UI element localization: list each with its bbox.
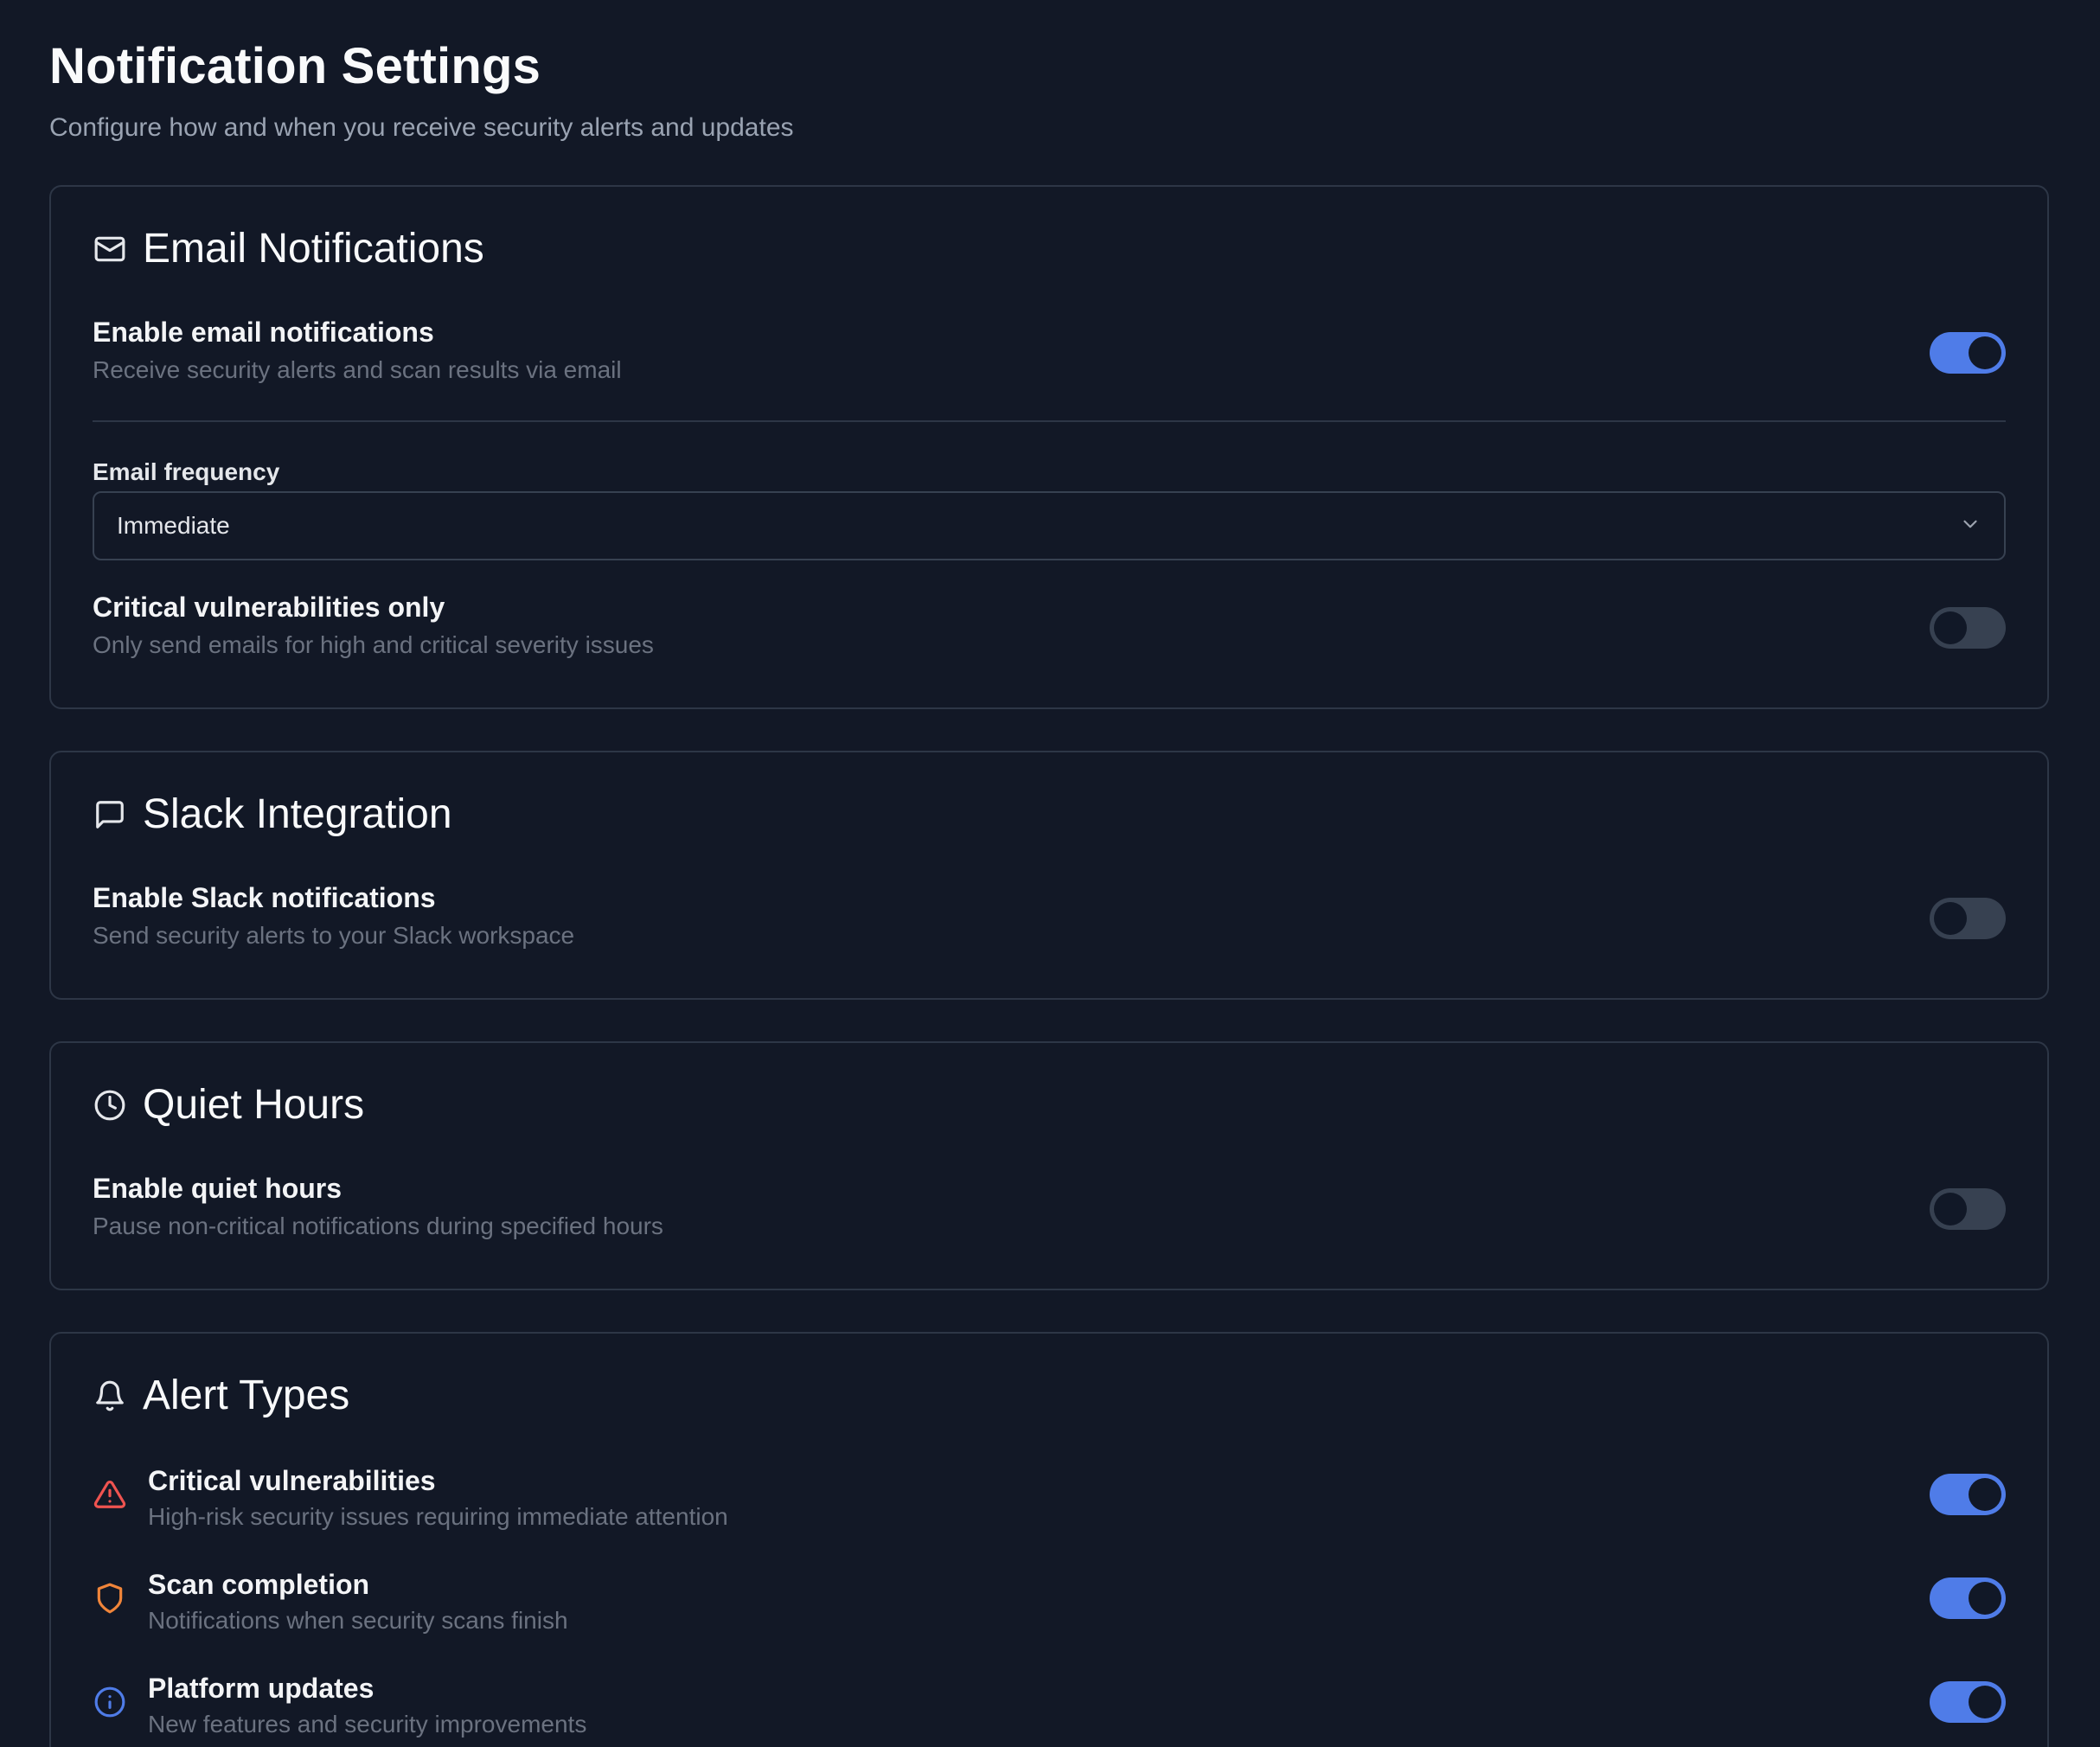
email-frequency-value: Immediate bbox=[117, 512, 230, 539]
email-notifications-card: Email Notifications Enable email notific… bbox=[49, 185, 2049, 709]
page-subtitle: Configure how and when you receive secur… bbox=[49, 113, 794, 142]
alert-label-scan: Scan completion bbox=[148, 1569, 370, 1600]
alert-toggle-critical[interactable] bbox=[1930, 1474, 2006, 1515]
slack-enable-toggle[interactable] bbox=[1930, 898, 2006, 939]
toggle-knob bbox=[1934, 902, 1967, 935]
critical-only-label: Critical vulnerabilities only bbox=[93, 592, 445, 623]
alert-text-critical: Critical vulnerabilities High-risk secur… bbox=[148, 1463, 728, 1533]
slack-enable-setting: Enable Slack notifications Send security… bbox=[93, 880, 2006, 958]
toggle-knob bbox=[1934, 1193, 1967, 1225]
slack-enable-desc: Send security alerts to your Slack works… bbox=[93, 922, 575, 949]
quiet-enable-desc: Pause non-critical notifications during … bbox=[93, 1213, 663, 1239]
slack-card-header: Slack Integration bbox=[93, 790, 452, 839]
critical-only-setting: Critical vulnerabilities only Only send … bbox=[93, 590, 2006, 668]
slack-enable-label: Enable Slack notifications bbox=[93, 882, 436, 913]
alert-row-scan: Scan completion Notifications when secur… bbox=[93, 1567, 2006, 1645]
quiet-hours-card: Quiet Hours Enable quiet hours Pause non… bbox=[49, 1041, 2049, 1290]
page-title: Notification Settings bbox=[49, 38, 541, 94]
alert-label-critical: Critical vulnerabilities bbox=[148, 1465, 436, 1496]
alert-types-card: Alert Types Critical vulnerabilities Hig… bbox=[49, 1332, 2049, 1747]
email-card-title: Email Notifications bbox=[143, 226, 484, 272]
info-icon bbox=[93, 1685, 127, 1719]
quiet-card-title: Quiet Hours bbox=[143, 1082, 365, 1128]
toggle-knob bbox=[1969, 1582, 2001, 1615]
email-frequency-label: Email frequency bbox=[93, 458, 280, 485]
alert-row-critical: Critical vulnerabilities High-risk secur… bbox=[93, 1463, 2006, 1541]
alert-triangle-icon bbox=[93, 1477, 127, 1512]
email-card-header: Email Notifications bbox=[93, 225, 484, 273]
email-enable-setting: Enable email notifications Receive secur… bbox=[93, 315, 2006, 393]
slack-card-title: Slack Integration bbox=[143, 791, 452, 837]
toggle-knob bbox=[1969, 1686, 2001, 1718]
alert-toggle-platform[interactable] bbox=[1930, 1681, 2006, 1723]
critical-only-desc: Only send emails for high and critical s… bbox=[93, 631, 654, 658]
email-divider bbox=[93, 420, 2006, 422]
alert-toggle-scan[interactable] bbox=[1930, 1577, 2006, 1619]
alert-text-scan: Scan completion Notifications when secur… bbox=[148, 1567, 568, 1636]
quiet-card-header: Quiet Hours bbox=[93, 1081, 364, 1129]
alert-desc-scan: Notifications when security scans finish bbox=[148, 1607, 568, 1634]
slack-integration-card: Slack Integration Enable Slack notificat… bbox=[49, 751, 2049, 1000]
quiet-enable-setting: Enable quiet hours Pause non-critical no… bbox=[93, 1171, 2006, 1249]
shield-icon bbox=[93, 1581, 127, 1616]
alert-desc-platform: New features and security improvements bbox=[148, 1711, 587, 1737]
critical-only-toggle[interactable] bbox=[1930, 607, 2006, 649]
toggle-knob bbox=[1934, 611, 1967, 644]
alerts-card-header: Alert Types bbox=[93, 1372, 349, 1420]
notification-settings-page: Notification Settings Configure how and … bbox=[0, 0, 2100, 1747]
alert-text-platform: Platform updates New features and securi… bbox=[148, 1671, 586, 1740]
email-enable-desc: Receive security alerts and scan results… bbox=[93, 356, 622, 383]
quiet-enable-label: Enable quiet hours bbox=[93, 1173, 343, 1204]
alert-row-platform: Platform updates New features and securi… bbox=[93, 1671, 2006, 1747]
message-square-icon bbox=[93, 797, 127, 832]
email-enable-toggle[interactable] bbox=[1930, 332, 2006, 374]
email-enable-label: Enable email notifications bbox=[93, 317, 434, 348]
bell-icon bbox=[93, 1379, 127, 1413]
clock-icon bbox=[93, 1088, 127, 1123]
chevron-down-icon bbox=[1959, 513, 1982, 540]
toggle-knob bbox=[1969, 1478, 2001, 1511]
alert-desc-critical: High-risk security issues requiring imme… bbox=[148, 1503, 728, 1530]
quiet-enable-toggle[interactable] bbox=[1930, 1188, 2006, 1230]
toggle-knob bbox=[1969, 336, 2001, 369]
alert-label-platform: Platform updates bbox=[148, 1673, 375, 1704]
alerts-card-title: Alert Types bbox=[143, 1373, 350, 1418]
email-frequency-select[interactable]: Immediate bbox=[93, 491, 2006, 560]
mail-icon bbox=[93, 232, 127, 266]
